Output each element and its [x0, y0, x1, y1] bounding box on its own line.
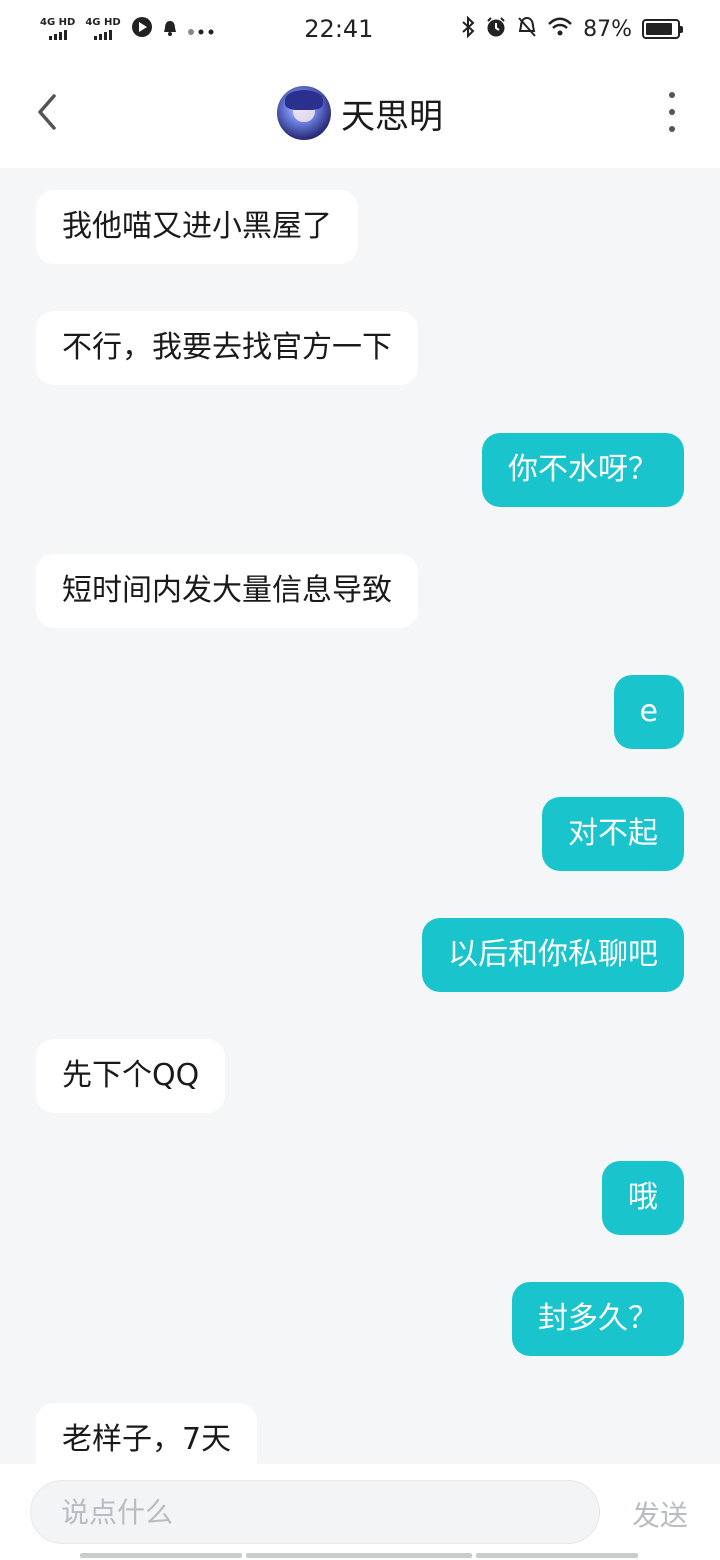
page-title: 天思明	[341, 96, 443, 137]
signal-icon: 4G HD	[85, 17, 121, 40]
message-bubble-sent[interactable]: 以后和你私聊吧	[422, 918, 684, 992]
message-list[interactable]: 我他喵又进小黑屋了 不行，我要去找官方一下 你不水呀？ 短时间内发大量信息导致 …	[0, 168, 720, 1464]
wifi-icon	[547, 17, 573, 42]
message-bubble-received[interactable]: 我他喵又进小黑屋了	[36, 190, 358, 264]
message-bubble-sent[interactable]: e	[613, 675, 684, 749]
bluetooth-icon	[461, 15, 475, 43]
avatar[interactable]	[277, 86, 331, 140]
signal-label: 4G HD	[85, 17, 121, 28]
status-left: 4G HD 4G HD	[40, 16, 217, 43]
status-right: 87%	[461, 15, 683, 43]
input-bar: 发送	[0, 1464, 720, 1560]
send-button[interactable]: 发送	[632, 1494, 688, 1534]
message-bubble-sent[interactable]: 封多久？	[512, 1282, 684, 1356]
more-options-button[interactable]	[662, 92, 682, 132]
message-input[interactable]	[30, 1480, 600, 1544]
signal-icon: 4G HD	[40, 18, 75, 40]
message-bubble-sent[interactable]: 对不起	[542, 797, 684, 871]
message-bubble-received[interactable]: 不行，我要去找官方一下	[36, 311, 418, 385]
chevron-left-icon	[38, 94, 56, 130]
signal-label: 4G HD	[40, 17, 76, 28]
message-bubble-received[interactable]: 先下个QQ	[36, 1039, 226, 1113]
battery-icon	[641, 19, 683, 39]
battery-fill	[645, 23, 673, 35]
battery-percent: 87%	[583, 16, 632, 42]
more-vertical-icon	[669, 92, 675, 98]
status-time: 22:41	[304, 15, 374, 43]
more-dots-icon	[187, 17, 217, 41]
home-indicator	[80, 1553, 640, 1558]
alarm-icon	[485, 16, 507, 43]
message-bubble-sent[interactable]: 你不水呀？	[482, 433, 684, 507]
status-bar: 4G HD 4G HD 22:41 87%	[0, 0, 720, 58]
mute-icon	[517, 16, 537, 43]
chat-header: 天思明	[0, 58, 720, 168]
music-app-icon	[131, 16, 153, 43]
message-bubble-received[interactable]: 老样子，7天	[36, 1403, 258, 1464]
message-bubble-sent[interactable]: 哦	[602, 1161, 684, 1235]
notification-icon	[163, 17, 177, 41]
contact-info[interactable]: 天思明	[277, 86, 443, 140]
back-button[interactable]	[26, 90, 66, 134]
message-bubble-received[interactable]: 短时间内发大量信息导致	[36, 554, 418, 628]
